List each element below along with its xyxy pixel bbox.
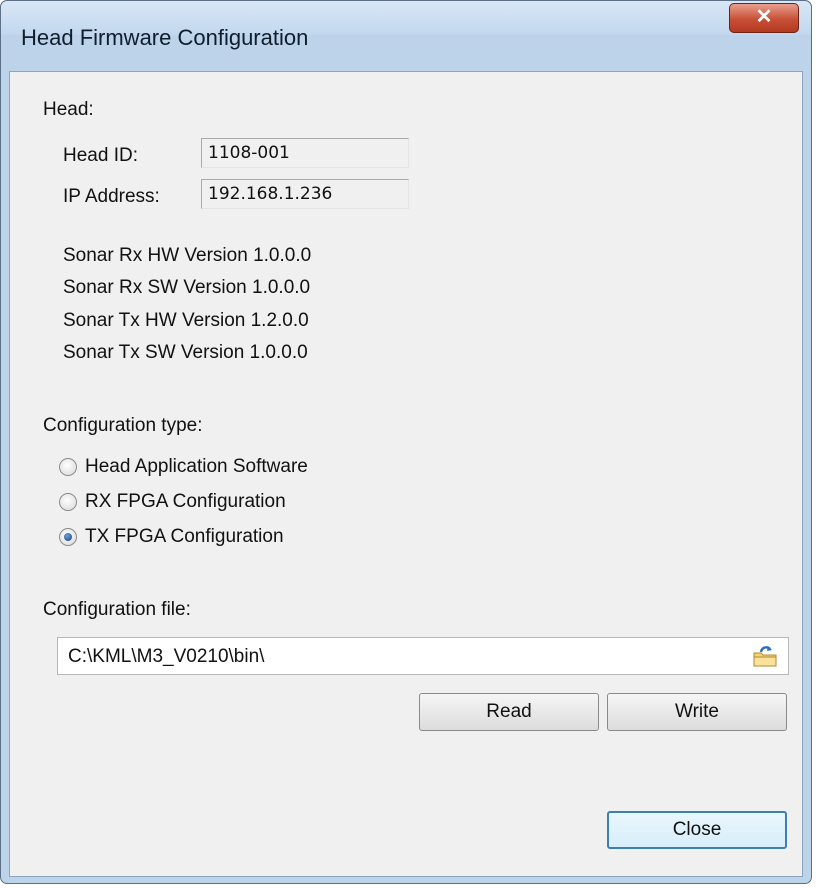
close-button[interactable]: Close bbox=[607, 811, 787, 849]
configuration-file-input[interactable]: C:\KML\M3_V0210\bin\ bbox=[57, 637, 789, 675]
title-bar[interactable]: Head Firmware Configuration ✕ bbox=[1, 1, 811, 50]
radio-tx-fpga-configuration[interactable]: TX FPGA Configuration bbox=[59, 524, 284, 550]
window-title: Head Firmware Configuration bbox=[21, 25, 309, 50]
radio-button[interactable] bbox=[59, 458, 77, 476]
radio-label: Head Application Software bbox=[85, 456, 308, 477]
folder-browse-icon[interactable] bbox=[752, 644, 778, 668]
read-button[interactable]: Read bbox=[419, 693, 599, 731]
radio-label: RX FPGA Configuration bbox=[85, 491, 286, 512]
configuration-type-label: Configuration type: bbox=[43, 415, 203, 436]
configuration-file-label: Configuration file: bbox=[43, 599, 191, 620]
version-line: Sonar Tx HW Version 1.2.0.0 bbox=[63, 310, 309, 331]
head-id-label: Head ID: bbox=[63, 145, 138, 166]
window-close-button[interactable]: ✕ bbox=[729, 3, 799, 33]
radio-button-selected[interactable] bbox=[59, 528, 77, 546]
radio-rx-fpga-configuration[interactable]: RX FPGA Configuration bbox=[59, 489, 286, 515]
version-line: Sonar Tx SW Version 1.0.0.0 bbox=[63, 342, 308, 363]
ip-address-field: 192.168.1.236 bbox=[201, 179, 409, 209]
configuration-file-path: C:\KML\M3_V0210\bin\ bbox=[68, 646, 265, 667]
version-line: Sonar Rx SW Version 1.0.0.0 bbox=[63, 277, 311, 298]
radio-button[interactable] bbox=[59, 493, 77, 511]
head-section-label: Head: bbox=[43, 99, 94, 120]
write-button[interactable]: Write bbox=[607, 693, 787, 731]
dialog-window: Head Firmware Configuration ✕ Head: Head… bbox=[0, 0, 812, 884]
ip-address-label: IP Address: bbox=[63, 186, 160, 207]
radio-head-application-software[interactable]: Head Application Software bbox=[59, 454, 308, 480]
head-id-field: 1108-001 bbox=[201, 138, 409, 168]
version-line: Sonar Rx HW Version 1.0.0.0 bbox=[63, 245, 312, 266]
radio-label: TX FPGA Configuration bbox=[85, 526, 284, 547]
